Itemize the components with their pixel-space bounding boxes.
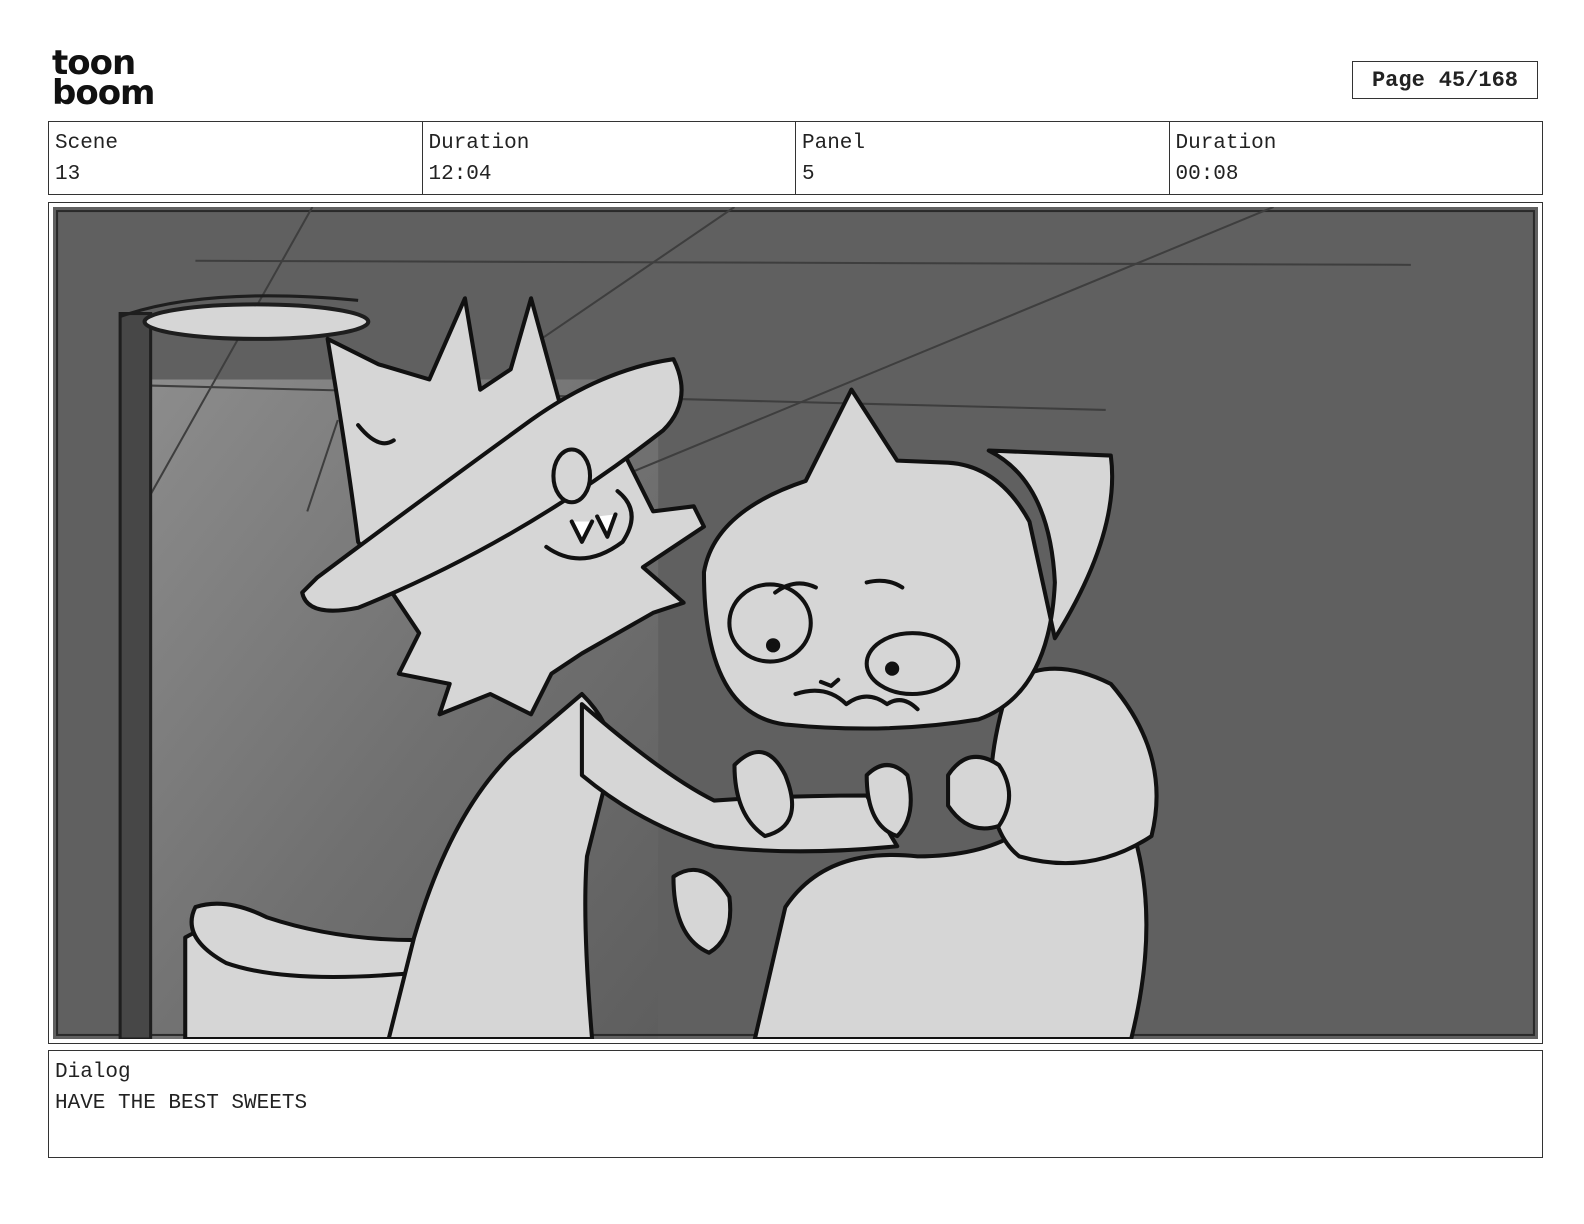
scene-duration-cell: Duration 12:04 [423,122,796,194]
panel-cell: Panel 5 [796,122,1170,194]
toonboom-logo: toon boom [52,46,172,114]
panel-duration-value: 00:08 [1175,163,1239,186]
dialog-header: Dialog [55,1061,131,1084]
info-table: Scene 13 Duration 12:04 Panel 5 Duration… [48,121,1543,195]
panel-header: Panel [802,132,866,155]
storyboard-panel [48,202,1543,1044]
scene-duration-header: Duration [428,132,530,155]
scene-cell: Scene 13 [49,122,423,194]
scene-duration-value: 12:04 [428,163,492,186]
panel-artwork [53,207,1538,1039]
page-number: 45/168 [1438,67,1519,93]
page-label: Page [1371,67,1425,93]
panel-duration-cell: Duration 00:08 [1170,122,1543,194]
scene-header: Scene [55,132,119,155]
dialog-text: HAVE THE BEST SWEETS [55,1092,308,1115]
logo-line-2: boom [52,73,155,113]
scene-value: 13 [55,163,81,186]
panel-value: 5 [802,163,815,186]
panel-duration-header: Duration [1175,132,1277,155]
page-indicator: Page 45/168 [1352,61,1538,99]
dialog-box: Dialog HAVE THE BEST SWEETS [48,1050,1543,1158]
